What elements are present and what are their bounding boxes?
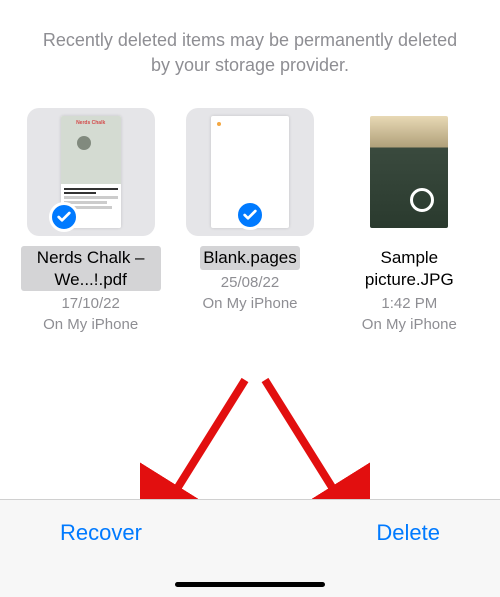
- header-message: Recently deleted items may be permanentl…: [0, 0, 500, 98]
- items-row: Nerds Chalk Nerds Chalk – We...!.pdf 17/…: [0, 98, 500, 333]
- bottom-toolbar: Recover Delete: [0, 499, 500, 597]
- selected-check-icon: [235, 200, 265, 230]
- file-thumbnail: Nerds Chalk: [27, 108, 155, 236]
- file-location: On My iPhone: [202, 295, 297, 312]
- selected-check-icon: [49, 202, 79, 232]
- file-item[interactable]: Blank.pages 25/08/22 On My iPhone: [180, 108, 320, 333]
- recover-button[interactable]: Recover: [60, 520, 142, 546]
- file-thumbnail: [345, 108, 473, 236]
- file-date: 25/08/22: [221, 274, 279, 291]
- file-location: On My iPhone: [43, 316, 138, 333]
- file-item[interactable]: Sample picture.JPG 1:42 PM On My iPhone: [339, 108, 479, 333]
- file-name: Nerds Chalk – We...!.pdf: [21, 246, 161, 291]
- home-indicator[interactable]: [175, 582, 325, 587]
- file-name: Sample picture.JPG: [339, 246, 479, 291]
- delete-button[interactable]: Delete: [376, 520, 440, 546]
- file-location: On My iPhone: [362, 316, 457, 333]
- file-date: 17/10/22: [61, 295, 119, 312]
- file-name: Blank.pages: [200, 246, 300, 269]
- file-thumbnail: [186, 108, 314, 236]
- file-date: 1:42 PM: [381, 295, 437, 312]
- file-item[interactable]: Nerds Chalk Nerds Chalk – We...!.pdf 17/…: [21, 108, 161, 333]
- photo-preview: [370, 116, 448, 228]
